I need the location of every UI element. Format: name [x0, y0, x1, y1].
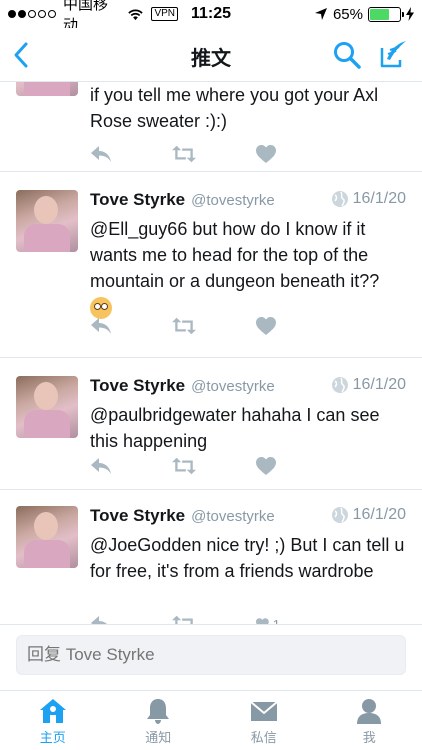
tab-label: 通知 [145, 730, 172, 745]
tweet-feed[interactable]: if you tell me where you got your Axl Ro… [0, 82, 422, 624]
location-arrow-icon [314, 8, 327, 20]
reply-icon [91, 616, 107, 624]
tweet[interactable]: Tove Styrke @tovestyrke 16/1/20 @paulbri… [0, 358, 422, 490]
tab-label: 私信 [250, 730, 277, 745]
retweet-icon [172, 615, 193, 624]
battery-icon [368, 6, 404, 22]
retweet-icon [172, 317, 196, 335]
tab-home[interactable]: 主页 [0, 691, 106, 750]
status-time: 11:25 [190, 5, 231, 22]
tweet-date: 16/1/20 [331, 376, 406, 394]
retweet-button[interactable] [172, 614, 196, 624]
date-text: 16/1/20 [352, 376, 406, 393]
battery-fill [370, 8, 389, 20]
retweet-icon [172, 457, 196, 475]
tweet[interactable]: Tove Styrke @tovestyrke 16/1/20 @Ell_guy… [0, 172, 422, 358]
heart-icon [256, 457, 276, 475]
tweet-text: @Ell_guy66 but how do I know if it wants… [90, 216, 406, 320]
tab-label: 主页 [39, 730, 66, 745]
globe-icon [331, 507, 348, 523]
battery-percent: 65% [332, 5, 363, 23]
like-count: 1 [272, 616, 280, 625]
reply-bar [0, 624, 422, 684]
search-icon[interactable] [332, 40, 362, 70]
tab-me[interactable]: 我 [317, 691, 422, 750]
tab-notifications[interactable]: 通知 [106, 691, 212, 750]
reply-button[interactable] [90, 316, 114, 336]
date-text: 16/1/20 [352, 506, 406, 523]
tweet-text: @JoeGodden nice try! ;) But I can tell u… [90, 535, 405, 581]
author-name[interactable]: Tove Styrke [90, 376, 185, 396]
tweet-text-body: @Ell_guy66 but how do I know if it wants… [90, 219, 380, 291]
author-handle: @tovestyrke [191, 508, 275, 525]
reply-icon [91, 318, 111, 334]
reply-icon [91, 146, 111, 162]
reply-icon [91, 458, 111, 474]
compose-tweet-icon[interactable] [378, 38, 410, 70]
reply-button[interactable] [90, 456, 114, 476]
date-text: 16/1/20 [352, 190, 406, 207]
tweet-date: 16/1/20 [331, 506, 406, 524]
avatar[interactable] [16, 82, 78, 96]
author-handle: @tovestyrke [191, 192, 275, 209]
author-name[interactable]: Tove Styrke [90, 506, 185, 526]
retweet-icon [172, 145, 196, 163]
vpn-badge: VPN [151, 7, 178, 21]
author-handle: @tovestyrke [191, 378, 275, 395]
avatar[interactable] [16, 376, 78, 438]
retweet-button[interactable] [172, 144, 196, 164]
heart-icon [256, 145, 276, 163]
tweet-header: Tove Styrke @tovestyrke 16/1/20 [90, 190, 406, 212]
like-button[interactable] [256, 456, 280, 476]
tweet-actions [90, 142, 406, 166]
home-icon [39, 699, 66, 723]
tweet-header: Tove Styrke @tovestyrke 16/1/20 [90, 506, 406, 528]
like-button[interactable]: 1 [256, 614, 280, 624]
retweet-button[interactable] [172, 316, 196, 336]
nav-bar: 推文 [0, 28, 422, 82]
avatar[interactable] [16, 190, 78, 252]
signal-strength-icon [8, 10, 56, 18]
envelope-icon [250, 701, 278, 721]
tweet-actions [90, 314, 406, 338]
status-right: 65% [314, 6, 414, 23]
heart-icon [256, 317, 276, 335]
reply-button[interactable] [90, 144, 114, 164]
tweet[interactable]: Tove Styrke @tovestyrke 16/1/20 @JoeGodd… [0, 490, 422, 624]
charging-bolt-icon [406, 7, 414, 21]
author-name[interactable]: Tove Styrke [90, 190, 185, 210]
heart-icon [256, 618, 269, 624]
reply-button[interactable] [90, 614, 114, 624]
globe-icon [331, 191, 348, 207]
status-bar: 中国移动 VPN 11:25 65% [0, 0, 422, 34]
reply-input[interactable] [16, 635, 406, 675]
tweet-date: 16/1/20 [331, 190, 406, 208]
tweet-actions [90, 454, 406, 478]
like-button[interactable] [256, 144, 280, 164]
tab-messages[interactable]: 私信 [211, 691, 317, 750]
tweet-actions: 1 [90, 612, 406, 624]
bell-icon [147, 699, 170, 724]
tab-bar: 主页 通知 私信 我 [0, 690, 422, 750]
tab-label: 我 [362, 730, 376, 745]
tweet-header: Tove Styrke @tovestyrke 16/1/20 [90, 376, 406, 398]
wifi-icon [127, 9, 143, 20]
tweet-text: if you tell me where you got your Axl Ro… [90, 85, 379, 131]
tweet-text: @paulbridgewater hahaha I can see this h… [90, 405, 380, 451]
like-button[interactable] [256, 316, 280, 336]
globe-icon [331, 377, 348, 393]
avatar[interactable] [16, 506, 78, 568]
person-icon [357, 699, 382, 724]
retweet-button[interactable] [172, 456, 196, 476]
tweet-partial[interactable]: if you tell me where you got your Axl Ro… [0, 82, 422, 172]
